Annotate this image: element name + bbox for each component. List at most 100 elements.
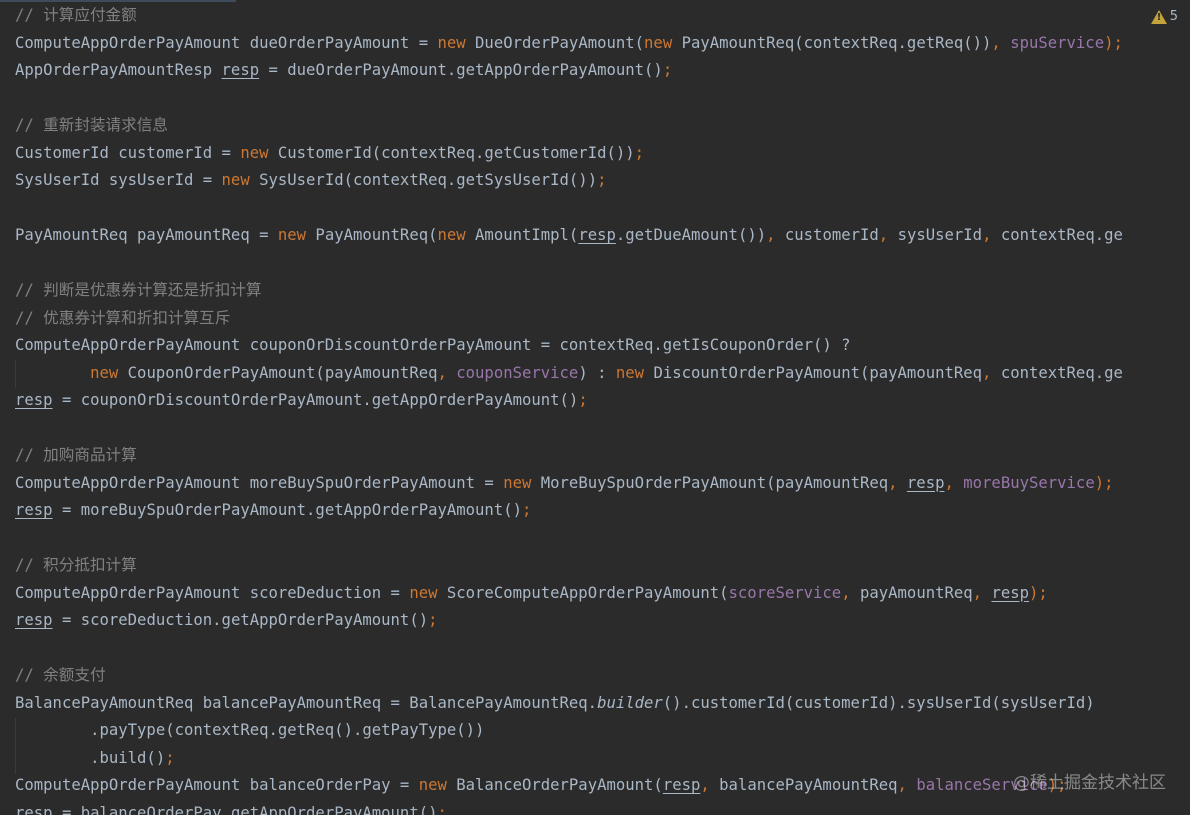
code-line[interactable]: resp = moreBuySpuOrderPayAmount.getAppOr… xyxy=(15,497,1123,525)
code-line[interactable]: BalancePayAmountReq balancePayAmountReq … xyxy=(15,690,1123,718)
code-token: sysUserId xyxy=(897,226,983,244)
code-comment: // 重新封装请求信息 xyxy=(15,116,168,134)
code-token: .payType(contextReq.getReq().getPayType(… xyxy=(15,721,485,739)
code-line[interactable]: ComputeAppOrderPayAmount dueOrderPayAmou… xyxy=(15,30,1123,58)
code-token: = balanceOrderPay.getAppOrderPayAmount() xyxy=(52,803,438,815)
code-token: customerId xyxy=(784,226,879,244)
code-line[interactable]: PayAmountReq payAmountReq = new PayAmoun… xyxy=(15,222,1123,250)
code-comment: // 优惠券计算和折扣计算互斥 xyxy=(15,308,231,327)
code-token: balancePayAmountReq xyxy=(719,776,898,794)
code-token: .build() xyxy=(15,748,166,767)
code-token: CustomerId customerId = xyxy=(15,143,241,162)
code-token: = scoreDeduction.getAppOrderPayAmount() xyxy=(52,611,429,629)
code-token: AppOrderPayAmountResp xyxy=(15,61,222,79)
code-line[interactable]: CustomerId customerId = new CustomerId(c… xyxy=(15,140,1123,168)
code-reassigned-variable: resp xyxy=(991,583,1029,602)
code-reassigned-variable: resp xyxy=(15,391,53,409)
code-punctuation: ); xyxy=(1104,33,1123,52)
code-punctuation: , xyxy=(841,583,860,602)
code-reassigned-variable: resp xyxy=(906,473,945,492)
code-punctuation: , xyxy=(897,776,917,794)
code-punctuation: , xyxy=(766,226,785,244)
code-token: CouponOrderPayAmount(payAmountReq xyxy=(118,363,438,382)
code-line[interactable]: // 判断是优惠券计算还是折扣计算 xyxy=(15,277,1123,305)
code-token: ().customerId(customerId).sysUserId(sysU… xyxy=(662,693,1095,712)
code-token: PayAmountReq payAmountReq = xyxy=(15,226,278,244)
code-punctuation: ; xyxy=(428,611,438,629)
code-line[interactable]: // 计算应付金额 xyxy=(15,2,1123,30)
code-keyword: new xyxy=(418,776,447,794)
code-keyword: new xyxy=(644,33,673,52)
code-punctuation: , xyxy=(700,776,720,794)
code-token: PayAmountReq( xyxy=(306,226,438,244)
code-line[interactable]: // 加购商品计算 xyxy=(15,442,1123,470)
code-line[interactable]: .build(); xyxy=(15,745,1123,773)
code-line[interactable]: ComputeAppOrderPayAmount scoreDeduction … xyxy=(15,580,1123,608)
code-token: DiscountOrderPayAmount(payAmountReq xyxy=(644,363,983,382)
code-editor[interactable]: 5 // 计算应付金额 ComputeAppOrderPayAmount dueO… xyxy=(0,0,1190,815)
inspection-widget[interactable]: 5 xyxy=(1150,9,1178,24)
code-line[interactable]: ComputeAppOrderPayAmount moreBuySpuOrder… xyxy=(15,470,1123,498)
code-line[interactable]: ​ xyxy=(15,195,1123,223)
code-token: BalancePayAmountReq balancePayAmountReq … xyxy=(15,693,598,712)
code-keyword: new xyxy=(240,143,269,162)
code-line[interactable]: AppOrderPayAmountResp resp = dueOrderPay… xyxy=(15,57,1123,85)
code-line[interactable]: resp = couponOrDiscountOrderPayAmount.ge… xyxy=(15,387,1123,415)
code-field: spuService xyxy=(1010,33,1105,52)
code-comment: // 加购商品计算 xyxy=(15,446,137,464)
code-line[interactable]: // 重新封装请求信息 xyxy=(15,112,1123,140)
code-token: SysUserId sysUserId = xyxy=(15,171,222,189)
code-reassigned-variable: resp xyxy=(15,501,53,519)
code-line[interactable]: ComputeAppOrderPayAmount balanceOrderPay… xyxy=(15,772,1123,800)
code-token: .getDueAmount()) xyxy=(615,226,767,244)
code-keyword: new xyxy=(503,473,532,492)
code-token: ) : xyxy=(578,363,616,382)
code-token: AmountImpl( xyxy=(465,226,579,244)
code-line[interactable]: ComputeAppOrderPayAmount couponOrDiscoun… xyxy=(15,332,1123,360)
code-punctuation: , xyxy=(888,473,907,492)
code-punctuation: , xyxy=(972,583,992,602)
code-line[interactable]: ​ xyxy=(15,635,1123,663)
code-punctuation: , xyxy=(878,226,898,244)
code-line[interactable]: .payType(contextReq.getReq().getPayType(… xyxy=(15,717,1123,745)
code-line[interactable]: resp = balanceOrderPay.getAppOrderPayAmo… xyxy=(15,800,1123,815)
code-line[interactable]: new CouponOrderPayAmount(payAmountReq, c… xyxy=(15,360,1123,388)
warning-icon xyxy=(1150,9,1167,24)
code-punctuation: ; xyxy=(165,748,175,767)
code-keyword: new xyxy=(90,363,119,382)
code-keyword: new xyxy=(277,226,307,244)
code-punctuation: ; xyxy=(597,171,607,189)
code-punctuation: , xyxy=(982,363,1001,382)
code-punctuation: ; xyxy=(578,391,588,409)
code-token: = dueOrderPayAmount.getAppOrderPayAmount… xyxy=(259,61,663,79)
code-punctuation: , xyxy=(991,33,1011,52)
code-line[interactable]: // 优惠券计算和折扣计算互斥 xyxy=(15,305,1123,333)
code-line[interactable]: // 积分抵扣计算 xyxy=(15,552,1123,580)
code-token: ComputeAppOrderPayAmount moreBuySpuOrder… xyxy=(15,473,504,492)
code-token: = couponOrDiscountOrderPayAmount.getAppO… xyxy=(52,391,579,409)
code-punctuation: , xyxy=(437,363,457,382)
code-line[interactable]: SysUserId sysUserId = new SysUserId(cont… xyxy=(15,167,1123,195)
code-token: contextReq.ge xyxy=(1000,363,1123,382)
code-punctuation: ; xyxy=(521,501,532,519)
code-line[interactable]: // 余额支付 xyxy=(15,662,1123,690)
code-token: contextReq.ge xyxy=(1000,226,1123,244)
code-line[interactable]: resp = scoreDeduction.getAppOrderPayAmou… xyxy=(15,607,1123,635)
code-token: payAmountReq xyxy=(859,583,973,602)
code-line[interactable]: ​ xyxy=(15,85,1123,113)
warning-count: 5 xyxy=(1169,9,1178,24)
code-line[interactable]: ​ xyxy=(15,525,1123,553)
code-token: = moreBuySpuOrderPayAmount.getAppOrderPa… xyxy=(52,501,522,519)
code-static-method: builder xyxy=(597,693,663,712)
code-keyword: new xyxy=(221,171,250,189)
code-area[interactable]: // 计算应付金额 ComputeAppOrderPayAmount dueOrd… xyxy=(15,2,1123,815)
code-comment: // 积分抵扣计算 xyxy=(15,556,137,574)
code-line[interactable]: ​ xyxy=(15,250,1123,278)
code-punctuation: ; xyxy=(662,61,673,79)
code-line[interactable]: ​ xyxy=(15,415,1123,443)
code-token: MoreBuySpuOrderPayAmount(payAmountReq xyxy=(531,473,889,492)
code-token: ScoreComputeAppOrderPayAmount( xyxy=(437,583,729,602)
code-reassigned-variable: resp xyxy=(578,226,616,244)
code-keyword: new xyxy=(437,226,466,244)
